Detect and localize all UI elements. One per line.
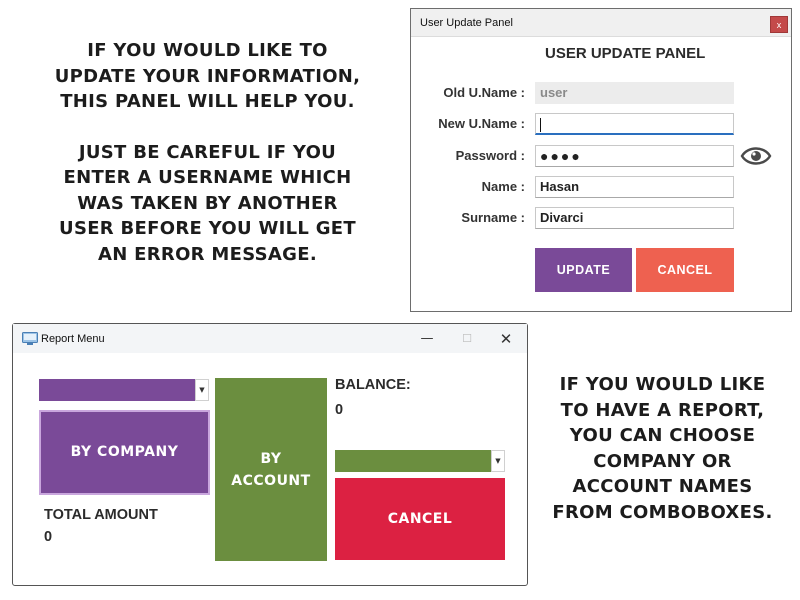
window-title: User Update Panel xyxy=(420,17,513,29)
report-window-titlebar[interactable]: Report Menu — ☐ ✕ xyxy=(13,324,527,353)
report-app-icon xyxy=(22,332,38,345)
password-row: Password : ●●●● xyxy=(411,145,793,167)
text-caret xyxy=(540,117,541,132)
by-company-button[interactable]: BY COMPANY xyxy=(39,410,210,495)
account-combo-value xyxy=(335,450,491,472)
report-cancel-button[interactable]: CANCEL xyxy=(335,478,505,560)
caption-line: ACCOUNT NAMES xyxy=(572,476,753,497)
maximize-button[interactable]: ☐ xyxy=(455,330,479,348)
name-row: Name : Hasan xyxy=(411,176,793,198)
total-amount-value: 0 xyxy=(44,529,53,545)
minimize-button[interactable]: — xyxy=(415,330,439,348)
by-account-label-line: BY xyxy=(260,451,282,467)
new-username-field[interactable] xyxy=(535,113,734,135)
caption-line: JUST BE CAREFUL IF YOU xyxy=(78,141,337,163)
report-menu-caption: IF YOU WOULD LIKE TO HAVE A REPORT, YOU … xyxy=(540,372,785,525)
surname-label: Surname : xyxy=(461,210,525,225)
caption-line: THIS PANEL WILL HELP YOU. xyxy=(60,91,355,112)
password-label: Password : xyxy=(455,148,525,163)
caption-line: TO HAVE A REPORT, xyxy=(560,399,765,421)
caption-line: ENTER A USERNAME WHICH xyxy=(63,167,352,188)
close-button[interactable]: ✕ xyxy=(494,330,518,348)
name-field[interactable]: Hasan xyxy=(535,176,734,198)
company-combobox[interactable]: ▼ xyxy=(39,379,209,401)
by-account-button[interactable]: BY ACCOUNT xyxy=(215,378,327,561)
chevron-down-icon[interactable]: ▼ xyxy=(195,379,209,401)
surname-row: Surname : Divarci xyxy=(411,207,793,229)
update-window-titlebar[interactable]: User Update Panel x xyxy=(411,9,791,37)
cancel-button[interactable]: CANCEL xyxy=(636,248,734,292)
caption-line: AN ERROR MESSAGE. xyxy=(98,243,317,265)
update-button[interactable]: UPDATE xyxy=(535,248,632,292)
panel-heading: USER UPDATE PANEL xyxy=(545,45,706,62)
caption-line: FROM COMBOBOXES. xyxy=(552,501,773,523)
account-combobox[interactable]: ▼ xyxy=(335,450,505,472)
caption-line: USER BEFORE YOU WILL GET xyxy=(59,218,356,239)
old-username-label: Old U.Name : xyxy=(443,85,525,100)
caption-line: COMPANY OR xyxy=(593,450,732,472)
caption-line: IF YOU WOULD LIKE xyxy=(559,374,766,395)
surname-field[interactable]: Divarci xyxy=(535,207,734,229)
user-update-window: User Update Panel x USER UPDATE PANEL Ol… xyxy=(410,8,792,312)
caption-line: WAS TAKEN BY ANOTHER xyxy=(77,192,338,214)
password-field[interactable]: ●●●● xyxy=(535,145,734,167)
total-amount-label: TOTAL AMOUNT xyxy=(44,507,158,523)
new-username-label: New U.Name : xyxy=(438,116,525,131)
caption-line: YOU CAN CHOOSE xyxy=(569,425,756,446)
chevron-down-icon[interactable]: ▼ xyxy=(491,450,505,472)
caption-line: IF YOU WOULD LIKE TO xyxy=(87,40,328,61)
name-label: Name : xyxy=(481,179,525,194)
close-button[interactable]: x xyxy=(770,16,788,33)
balance-label: BALANCE: xyxy=(335,377,411,393)
balance-value: 0 xyxy=(335,402,344,418)
window-title: Report Menu xyxy=(41,333,105,345)
eye-icon[interactable] xyxy=(740,143,772,169)
old-username-field: user xyxy=(535,82,734,104)
new-username-row: New U.Name : xyxy=(411,113,793,135)
caption-line: UPDATE YOUR INFORMATION, xyxy=(54,65,361,87)
by-account-label-line: ACCOUNT xyxy=(231,473,311,489)
report-menu-window: Report Menu — ☐ ✕ ▼ BY COMPANY BY ACCOUN… xyxy=(12,323,528,586)
company-combo-value xyxy=(39,379,195,401)
update-panel-caption: IF YOU WOULD LIKE TO UPDATE YOUR INFORMA… xyxy=(40,38,375,267)
old-username-row: Old U.Name : user xyxy=(411,82,793,104)
